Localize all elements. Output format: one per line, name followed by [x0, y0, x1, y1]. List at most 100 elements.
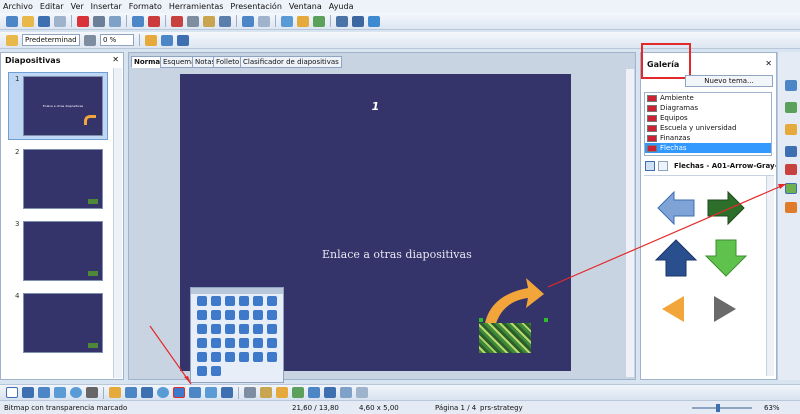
master-slides-icon[interactable] [785, 102, 797, 113]
menu-ayuda[interactable]: Ayuda [329, 2, 354, 11]
arrow-left-icon[interactable] [654, 188, 698, 228]
clone-format-icon[interactable] [219, 15, 231, 27]
shape-arrow-icon[interactable] [253, 324, 263, 334]
menu-ver[interactable]: Ver [71, 2, 84, 11]
curve-icon[interactable] [109, 387, 121, 398]
popup-title-bar[interactable] [191, 288, 283, 294]
shape-arrow-icon[interactable] [267, 296, 277, 306]
shape-arrow-icon[interactable] [267, 352, 277, 362]
email-icon[interactable] [54, 15, 66, 27]
tab-clasificador[interactable]: Clasificador de diapositivas [240, 56, 342, 68]
shape-arrow-icon[interactable] [239, 296, 249, 306]
symbol-shapes-icon[interactable] [157, 387, 169, 398]
line-width-icon[interactable] [84, 34, 96, 46]
menu-editar[interactable]: Editar [40, 2, 64, 11]
connector-icon[interactable] [125, 387, 137, 398]
icon-view-icon[interactable] [645, 161, 655, 171]
gallery-scrollbar[interactable] [766, 176, 774, 376]
image-icon[interactable] [313, 15, 325, 27]
shadow-icon[interactable] [161, 34, 173, 46]
shape-arrow-icon[interactable] [253, 352, 263, 362]
shape-arrow-icon[interactable] [267, 310, 277, 320]
menu-ventana[interactable]: Ventana [289, 2, 322, 11]
styles-icon[interactable] [785, 164, 797, 175]
select-icon[interactable] [6, 387, 18, 398]
navigator-icon[interactable] [336, 15, 348, 27]
cut-icon[interactable] [171, 15, 183, 27]
tab-folleto[interactable]: Folleto [213, 56, 243, 68]
shape-arrow-icon[interactable] [225, 352, 235, 362]
area-icon[interactable] [145, 34, 157, 46]
align-icon[interactable] [340, 387, 352, 398]
copy-icon[interactable] [187, 15, 199, 27]
gallery-toggle-icon[interactable] [308, 387, 320, 398]
chart-icon[interactable] [297, 15, 309, 27]
open-icon[interactable] [22, 15, 34, 27]
shape-arrow-icon[interactable] [197, 366, 207, 376]
ellipse-icon[interactable] [70, 387, 82, 398]
shape-arrow-icon[interactable] [225, 310, 235, 320]
stars-icon[interactable] [221, 387, 233, 398]
shape-arrow-icon[interactable] [267, 338, 277, 348]
gallery-icon[interactable] [785, 183, 797, 194]
shape-arrow-icon[interactable] [239, 324, 249, 334]
zoom-slider[interactable] [692, 407, 752, 409]
status-zoom[interactable]: 63% [764, 404, 780, 412]
arrow-right-icon[interactable] [704, 188, 748, 228]
shape-arrow-icon[interactable] [211, 324, 221, 334]
shape-arrow-icon[interactable] [211, 338, 221, 348]
arrow-down-icon[interactable] [704, 238, 748, 278]
table-icon[interactable] [281, 15, 293, 27]
theme-item[interactable]: Ambiente [645, 93, 771, 103]
close-icon[interactable]: ✕ [112, 55, 119, 64]
slide-thumb-3[interactable] [23, 221, 103, 281]
theme-item[interactable]: Escuela y universidad [645, 123, 771, 133]
properties-icon[interactable] [785, 80, 797, 91]
print-icon[interactable] [93, 15, 105, 27]
slide-thumb-2[interactable] [23, 149, 103, 209]
line-style-select[interactable]: Predeterminad [22, 34, 80, 46]
save-icon[interactable] [38, 15, 50, 27]
shape-arrow-icon[interactable] [253, 296, 263, 306]
slides-scrollbar[interactable] [113, 68, 122, 378]
shape-arrow-icon[interactable] [197, 338, 207, 348]
shape-arrow-icon[interactable] [239, 352, 249, 362]
help-icon[interactable] [368, 15, 380, 27]
shape-arrow-icon[interactable] [211, 352, 221, 362]
undo-icon[interactable] [242, 15, 254, 27]
shape-arrow-icon[interactable] [239, 310, 249, 320]
arrange-shapes-icon[interactable] [356, 387, 368, 398]
export-pdf-icon[interactable] [77, 15, 89, 27]
shape-arrow-icon[interactable] [225, 324, 235, 334]
autospell-icon[interactable] [148, 15, 160, 27]
shape-arrow-icon[interactable] [253, 338, 263, 348]
new-theme-button[interactable]: Nuevo tema... [685, 75, 773, 87]
block-arrows-icon[interactable] [173, 387, 185, 398]
gallery-close-icon[interactable]: ✕ [765, 59, 772, 68]
shape-arrow-icon[interactable] [197, 310, 207, 320]
basic-shapes-icon[interactable] [141, 387, 153, 398]
shape-arrow-icon[interactable] [211, 296, 221, 306]
fontwork-icon[interactable] [276, 387, 288, 398]
shape-arrow-icon[interactable] [267, 324, 277, 334]
theme-item[interactable]: Equipos [645, 113, 771, 123]
menu-presentacion[interactable]: Presentación [230, 2, 282, 11]
shape-arrow-icon[interactable] [225, 338, 235, 348]
transparency-field[interactable]: 0 % [100, 34, 134, 46]
flowchart-icon[interactable] [189, 387, 201, 398]
main-scrollbar[interactable] [625, 69, 634, 377]
zoom-icon[interactable] [352, 15, 364, 27]
triangle-right-icon[interactable] [710, 294, 740, 324]
detail-view-icon[interactable] [658, 161, 668, 171]
callouts-icon[interactable] [205, 387, 217, 398]
line-icon[interactable] [6, 34, 18, 46]
shape-arrow-icon[interactable] [197, 352, 207, 362]
slide-link-text[interactable]: Enlace a otras diapositivas [322, 248, 472, 261]
from-file-icon[interactable] [292, 387, 304, 398]
spellcheck-icon[interactable] [132, 15, 144, 27]
shape-arrow-icon[interactable] [253, 310, 263, 320]
glue-points-icon[interactable] [260, 387, 272, 398]
slide-thumb-1[interactable]: Enlace a otras diapositivas [23, 76, 103, 136]
shape-arrow-icon[interactable] [225, 296, 235, 306]
shape-arrow-icon[interactable] [197, 296, 207, 306]
